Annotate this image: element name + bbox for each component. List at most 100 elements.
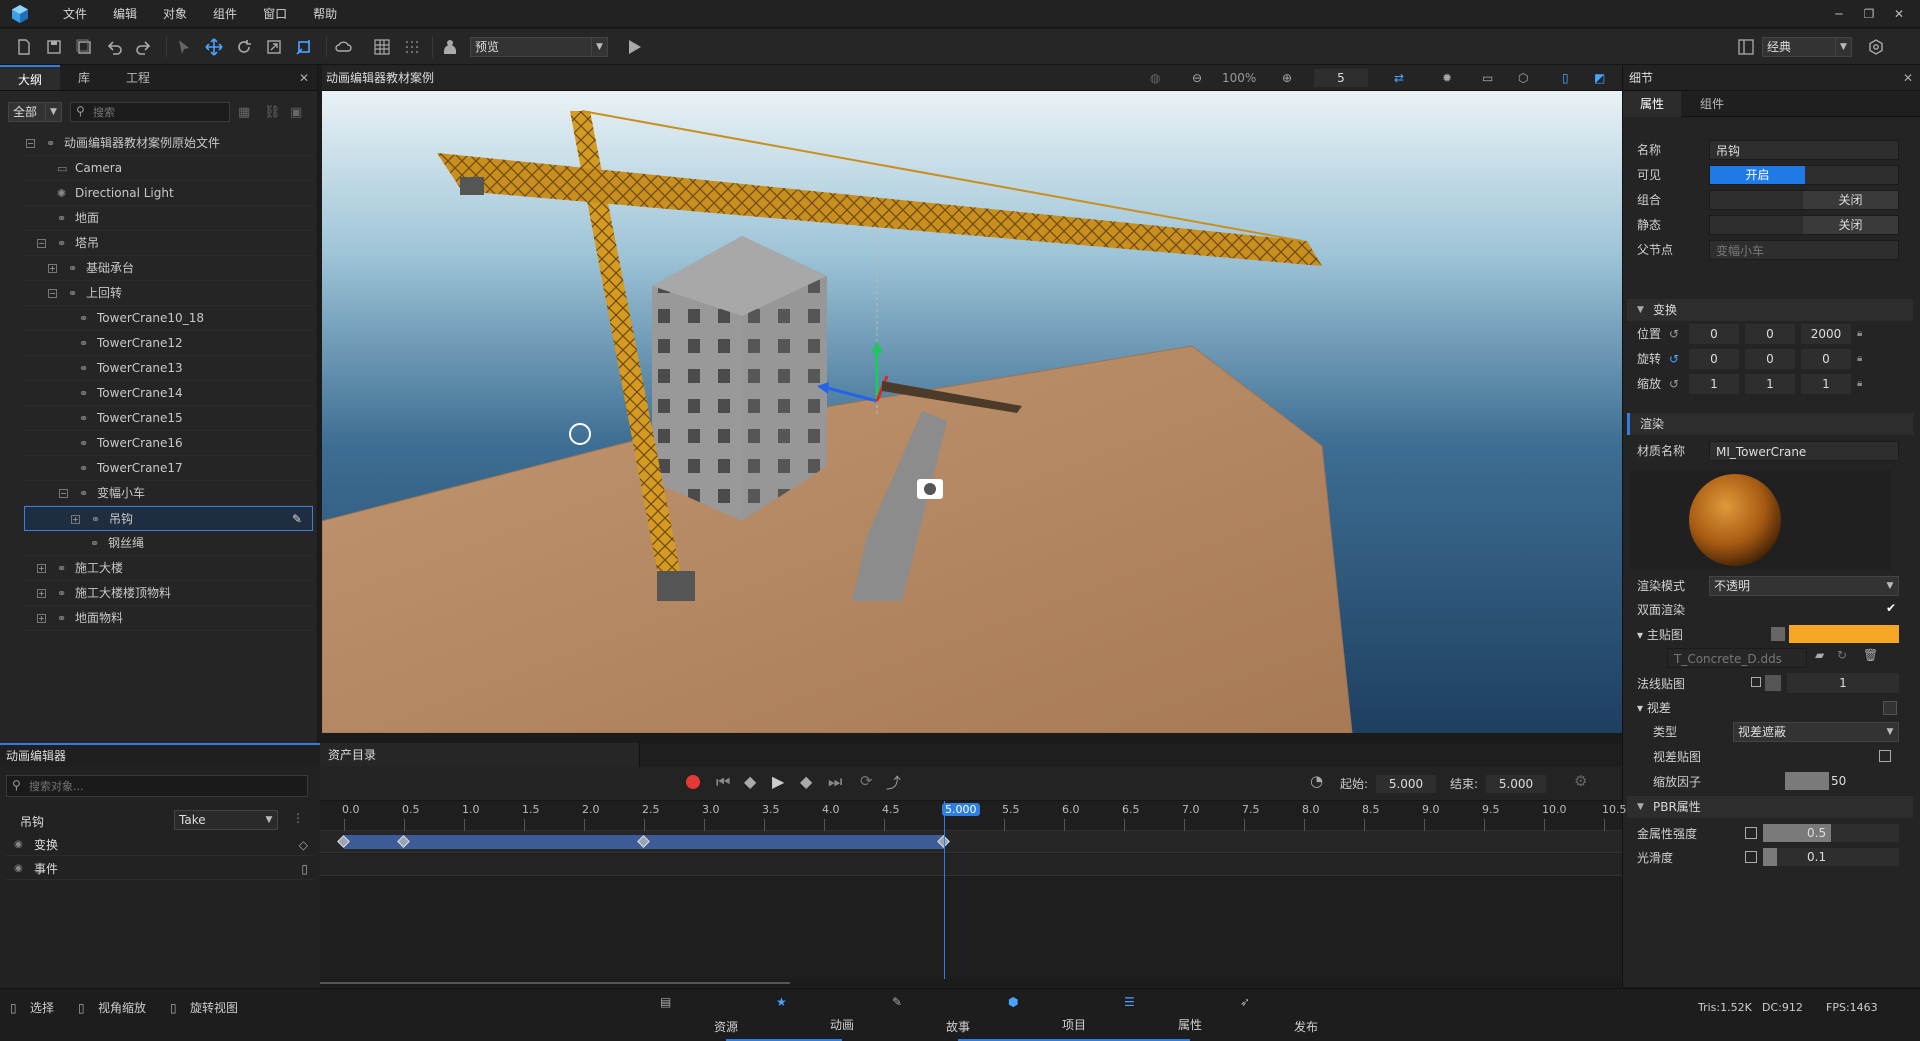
sun-icon[interactable]: ✹ bbox=[1442, 65, 1452, 91]
new-file-icon[interactable] bbox=[14, 37, 34, 57]
tree-node[interactable]: − ⚭ 动画编辑器教材案例原始文件 bbox=[24, 131, 313, 156]
bottom-tab-story[interactable]: ✎ 故事 bbox=[842, 989, 970, 1041]
undo-icon[interactable] bbox=[104, 37, 124, 57]
delete-node-icon[interactable]: ▣ bbox=[290, 105, 302, 120]
rotation-z[interactable]: 0 bbox=[1801, 349, 1851, 369]
texture-slot-icon[interactable] bbox=[1745, 851, 1757, 863]
tree-node[interactable]: + ⚭ 施工大楼 bbox=[24, 556, 313, 581]
tree-node[interactable]: ⚭ 地面 bbox=[24, 206, 313, 231]
tree-node[interactable]: ✺ Directional Light bbox=[24, 181, 313, 206]
sync-icon[interactable]: ⇄ bbox=[1394, 65, 1404, 91]
render-mode-select[interactable]: 不透明 ▼ bbox=[1709, 576, 1899, 596]
scale-tool-icon[interactable] bbox=[264, 37, 284, 57]
settings-icon[interactable] bbox=[1866, 37, 1886, 57]
skip-start-icon[interactable]: ⏮ bbox=[716, 772, 730, 792]
expand-icon[interactable]: + bbox=[37, 589, 46, 598]
tab-outline[interactable]: 大纲 bbox=[0, 65, 61, 90]
lock-icon[interactable]: 🔒︎ bbox=[1857, 349, 1862, 369]
refresh-icon[interactable]: ↻ bbox=[1837, 648, 1847, 662]
position-y[interactable]: 0 bbox=[1745, 324, 1795, 344]
zoom-mode-icon[interactable]: ▯ bbox=[78, 989, 85, 1027]
position-z[interactable]: 2000 bbox=[1801, 324, 1851, 344]
material-field[interactable]: MI_TowerCrane bbox=[1709, 441, 1899, 461]
next-key-icon[interactable]: ◆ bbox=[800, 772, 812, 791]
expand-icon[interactable]: + bbox=[37, 564, 46, 573]
bottom-tab-properties[interactable]: ☰ 属性 bbox=[1074, 989, 1202, 1041]
play-icon[interactable] bbox=[624, 37, 644, 57]
main-color-swatch[interactable] bbox=[1789, 625, 1899, 643]
redo-icon[interactable] bbox=[134, 37, 154, 57]
status-view-zoom[interactable]: 视角缩放 bbox=[98, 989, 146, 1027]
cube-view-icon[interactable]: ⬡ bbox=[1518, 65, 1528, 91]
render-section[interactable]: 渲染 bbox=[1627, 413, 1913, 435]
parallax-checkbox[interactable] bbox=[1883, 701, 1897, 715]
outline-search-input[interactable] bbox=[93, 104, 223, 120]
tree-node[interactable]: ⚭ TowerCrane10_18 bbox=[24, 306, 313, 331]
collapse-icon[interactable]: − bbox=[59, 489, 68, 498]
tab-components[interactable]: 组件 bbox=[1683, 91, 1741, 117]
character-icon[interactable] bbox=[440, 37, 460, 57]
tree-node[interactable]: − ⚭ 塔吊 bbox=[24, 231, 313, 256]
normal-value[interactable]: 1 bbox=[1787, 673, 1899, 693]
tree-node[interactable]: ⚭ TowerCrane15 bbox=[24, 406, 313, 431]
tree-node[interactable]: − ⚭ 上回转 bbox=[24, 281, 313, 306]
tab-properties[interactable]: 属性 bbox=[1623, 91, 1681, 117]
zoom-out-icon[interactable]: ⊖ bbox=[1192, 65, 1202, 91]
main-tex-file[interactable]: T_Concrete_D.dds bbox=[1667, 648, 1807, 668]
lock-icon[interactable]: 🔒︎ bbox=[1857, 324, 1862, 344]
tab-library[interactable]: 库 bbox=[60, 65, 108, 90]
bottom-tab-publish[interactable]: ➶ 发布 bbox=[1190, 989, 1318, 1041]
status-select[interactable]: 选择 bbox=[30, 989, 54, 1027]
select-tool-icon[interactable] bbox=[174, 37, 194, 57]
tree-node[interactable]: ⚭ TowerCrane16 bbox=[24, 431, 313, 456]
tree-node[interactable]: ⚭ TowerCrane17 bbox=[24, 456, 313, 481]
tree-node[interactable]: + ⚭ 地面物料 bbox=[24, 606, 313, 631]
texture-slot-icon[interactable] bbox=[1745, 827, 1757, 839]
static-toggle[interactable]: 关闭 bbox=[1709, 215, 1899, 235]
tab-project[interactable]: 工程 bbox=[108, 65, 168, 90]
anim-search[interactable]: ⚲ bbox=[6, 775, 308, 797]
select-mode-icon[interactable]: ▯ bbox=[10, 989, 17, 1027]
menu-help[interactable]: 帮助 bbox=[300, 0, 350, 28]
tree-node[interactable]: ▭ Camera bbox=[24, 156, 313, 181]
minimize-icon[interactable]: ─ bbox=[1824, 0, 1854, 28]
smooth-slider[interactable]: 0.1 bbox=[1763, 848, 1899, 866]
outline-filter-select[interactable]: 全部 ▼ bbox=[8, 102, 62, 122]
prev-key-icon[interactable]: ◆ bbox=[744, 772, 756, 791]
scale-z[interactable]: 1 bbox=[1801, 374, 1851, 394]
fullscreen-icon[interactable]: ◩ bbox=[1594, 65, 1605, 91]
speed-icon[interactable]: ◔ bbox=[1310, 772, 1323, 790]
group-toggle[interactable]: 关闭 bbox=[1709, 190, 1899, 210]
bottom-tab-animation[interactable]: ★ 动画 bbox=[726, 989, 854, 1041]
parallax-type-select[interactable]: 视差遮蔽 ▼ bbox=[1733, 722, 1899, 742]
track-transform[interactable]: ◉ 变换 ◇ bbox=[6, 834, 314, 856]
reset-icon[interactable]: ↺ bbox=[1669, 324, 1679, 344]
folder-icon[interactable]: ▰ bbox=[1815, 648, 1824, 662]
texture-slot-icon[interactable] bbox=[1879, 750, 1891, 762]
eye-icon[interactable]: ◉ bbox=[14, 834, 23, 856]
close-icon[interactable]: ✕ bbox=[1884, 0, 1914, 28]
menu-edit[interactable]: 编辑 bbox=[100, 0, 150, 28]
playhead-line[interactable] bbox=[944, 801, 945, 979]
expand-icon[interactable]: + bbox=[48, 264, 57, 273]
lock-view-icon[interactable]: ▯ bbox=[1562, 65, 1569, 91]
rotate-mode-icon[interactable]: ▯ bbox=[170, 989, 177, 1027]
tree-node[interactable]: ⚭ TowerCrane13 bbox=[24, 356, 313, 381]
texture-slot-icon[interactable] bbox=[1751, 677, 1761, 687]
visible-toggle[interactable]: 开启 bbox=[1709, 165, 1899, 185]
add-node-icon[interactable]: ▦ bbox=[238, 105, 250, 120]
metal-slider[interactable]: 0.5 bbox=[1763, 824, 1899, 842]
shield-icon[interactable]: ◍ bbox=[1150, 65, 1160, 91]
skip-end-icon[interactable]: ⏭ bbox=[828, 772, 842, 792]
rotate-tool-icon[interactable] bbox=[234, 37, 254, 57]
menu-window[interactable]: 窗口 bbox=[250, 0, 300, 28]
save-all-icon[interactable] bbox=[74, 37, 94, 57]
expand-icon[interactable]: + bbox=[37, 614, 46, 623]
tree-node[interactable]: ⚭ TowerCrane12 bbox=[24, 331, 313, 356]
play-icon[interactable]: ▶ bbox=[772, 772, 784, 791]
zoom-in-icon[interactable]: ⊕ bbox=[1282, 65, 1292, 91]
camera-speed-field[interactable]: 5 bbox=[1314, 69, 1368, 87]
tab-asset-directory[interactable]: 资产目录 bbox=[328, 743, 376, 767]
rotation-y[interactable]: 0 bbox=[1745, 349, 1795, 369]
status-rotate-view[interactable]: 旋转视图 bbox=[190, 989, 238, 1027]
